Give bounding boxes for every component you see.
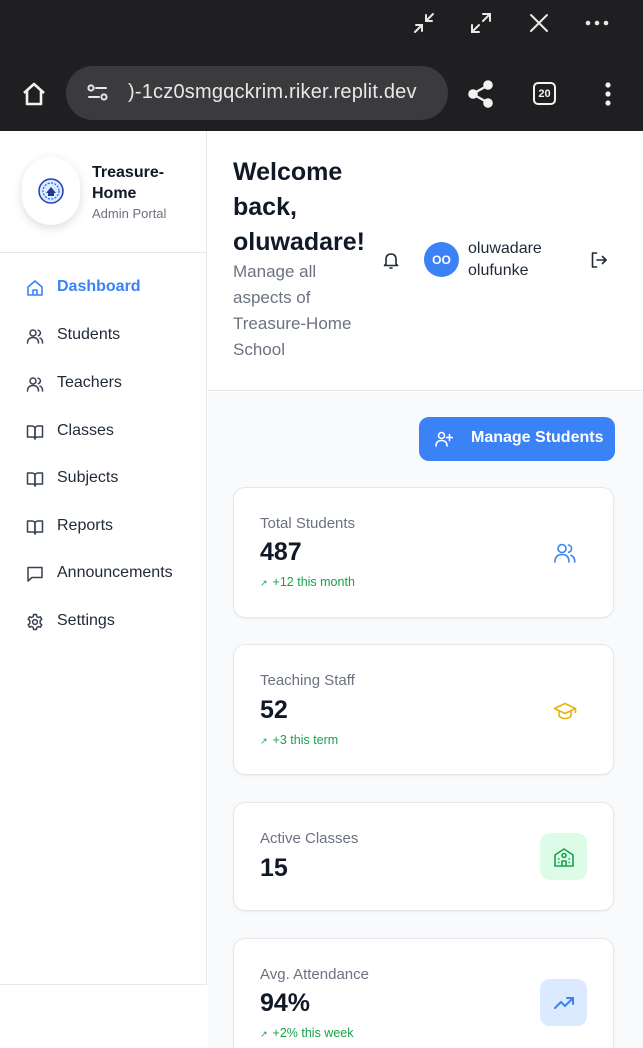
book-open-icon <box>26 472 44 487</box>
sidebar-item-reports[interactable]: Reports <box>0 507 207 547</box>
user-plus-icon <box>435 431 453 447</box>
stat-label: Avg. Attendance <box>260 966 369 983</box>
close-icon[interactable] <box>524 8 554 38</box>
sidebar-divider <box>0 984 207 985</box>
stat-label: Active Classes <box>260 830 359 847</box>
stat-card-total-students: Total Students 487 ↗ +12 this month <box>233 487 614 618</box>
stat-card-teaching-staff: Teaching Staff 52 ↗ +3 this term <box>233 644 614 775</box>
stat-label: Total Students <box>260 515 356 532</box>
sidebar-item-dashboard[interactable]: Dashboard <box>0 268 207 308</box>
address-bar[interactable]: )-1cz0smgqckrim.riker.replit.dev <box>66 66 448 120</box>
stat-value: 487 <box>260 538 302 566</box>
book-open-icon <box>26 520 44 535</box>
users-icon <box>26 377 44 392</box>
message-square-icon <box>27 566 43 582</box>
sidebar-item-teachers[interactable]: Teachers <box>0 364 207 404</box>
school-logo <box>22 157 80 225</box>
sidebar: Treasure-Home Admin Portal Dashboard Stu… <box>0 131 207 985</box>
sidebar-item-students[interactable]: Students <box>0 316 207 356</box>
home-icon[interactable] <box>20 80 48 108</box>
stat-trend: ↗ +2% this week <box>260 1026 354 1040</box>
menu-vertical-icon[interactable] <box>594 80 622 108</box>
trend-arrow-icon: ↗ <box>260 578 268 588</box>
site-settings-icon[interactable] <box>86 82 110 104</box>
sidebar-item-label: Settings <box>57 612 115 629</box>
sidebar-item-label: Announcements <box>57 564 173 581</box>
stat-value: 15 <box>260 854 288 882</box>
minimize-icon[interactable] <box>409 8 439 38</box>
sidebar-item-label: Dashboard <box>57 278 141 295</box>
brand-name: Treasure-Home <box>92 164 165 202</box>
main-content: Manage Students Total Students 487 ↗ +12 … <box>208 392 643 1048</box>
manage-students-label: Manage Students <box>471 429 604 446</box>
sidebar-item-subjects[interactable]: Subjects <box>0 459 207 499</box>
avatar[interactable]: OO <box>424 242 459 277</box>
sidebar-item-classes[interactable]: Classes <box>0 412 207 452</box>
more-horizontal-icon[interactable] <box>582 8 612 38</box>
sidebar-item-announcements[interactable]: Announcements <box>0 554 207 594</box>
user-name: oluwadare olufunke <box>468 240 542 279</box>
stat-trend: ↗ +3 this term <box>260 733 339 747</box>
stat-label: Teaching Staff <box>260 672 355 689</box>
browser-chrome: )-1cz0smgqckrim.riker.replit.dev 20 <box>0 0 643 131</box>
share-icon[interactable] <box>466 79 496 109</box>
stat-card-active-classes: Active Classes 15 <box>233 802 614 911</box>
users-icon <box>554 543 576 563</box>
stat-value: 94% <box>260 989 311 1017</box>
users-icon <box>26 329 44 344</box>
manage-students-button[interactable]: Manage Students <box>419 417 615 461</box>
trending-up-icon <box>553 996 574 1009</box>
brand-subtitle: Admin Portal <box>92 206 167 221</box>
logout-icon[interactable] <box>589 250 609 270</box>
brand: Treasure-Home Admin Portal <box>0 131 207 253</box>
stat-trend: ↗ +12 this month <box>260 575 355 589</box>
school-icon <box>553 847 574 867</box>
book-open-icon <box>26 425 44 440</box>
stat-card-avg-attendance: Avg. Attendance 94% ↗ +2% this week <box>233 938 614 1048</box>
page-subtitle: Manage all aspects of Treasure-Home Scho… <box>233 262 352 359</box>
sidebar-item-settings[interactable]: Settings <box>0 602 207 642</box>
trend-arrow-icon: ↗ <box>260 1029 268 1039</box>
trend-arrow-icon: ↗ <box>260 736 268 746</box>
page-title: Welcome back, oluwadare! <box>233 158 365 256</box>
trending-up-icon-box <box>540 979 587 1026</box>
page-header: Welcome back, oluwadare! Manage all aspe… <box>208 131 643 391</box>
school-icon-box <box>540 833 587 880</box>
maximize-icon[interactable] <box>466 8 496 38</box>
sidebar-item-label: Subjects <box>57 469 119 486</box>
tab-count-badge[interactable]: 20 <box>533 82 556 105</box>
home-icon <box>27 280 43 296</box>
gear-icon <box>27 613 43 631</box>
sidebar-item-label: Teachers <box>57 374 122 391</box>
bell-icon[interactable] <box>381 250 401 270</box>
sidebar-item-label: Reports <box>57 517 114 534</box>
stat-value: 52 <box>260 696 288 724</box>
url-text: )-1cz0smgqckrim.riker.replit.dev <box>128 81 417 103</box>
sidebar-item-label: Students <box>57 326 121 343</box>
sidebar-item-label: Classes <box>57 422 114 439</box>
graduation-cap-icon <box>553 702 577 720</box>
